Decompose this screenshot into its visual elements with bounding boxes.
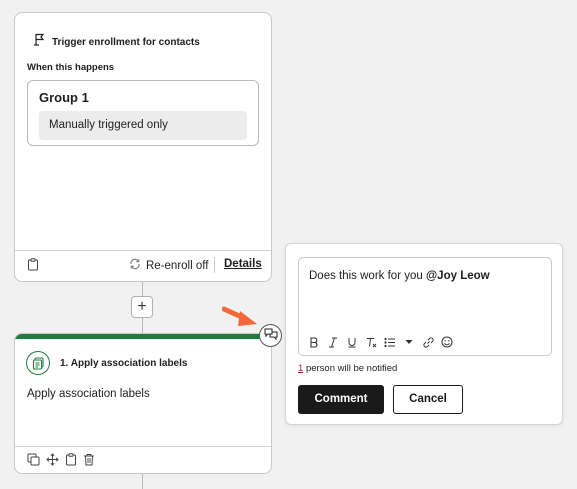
trash-icon[interactable] [83,453,95,471]
trigger-title: Trigger enrollment for contacts [52,36,200,48]
enrollment-group[interactable]: Group 1 Manually triggered only [27,80,259,146]
comment-text[interactable]: Does this work for you @Joy Leow [309,270,490,282]
copy-icon[interactable] [27,453,40,471]
emoji-icon[interactable] [440,335,454,349]
trigger-card[interactable]: Trigger enrollment for contacts When thi… [14,12,272,282]
footer-divider [214,257,215,273]
reenroll-label: Re-enroll off [146,259,209,272]
action-description: Apply association labels [27,388,150,400]
bold-icon[interactable] [307,335,321,349]
clipboard-icon[interactable] [65,453,77,471]
association-icon [26,351,50,375]
when-label: When this happens [27,62,115,73]
action-title: 1. Apply association labels [60,358,188,369]
connector-line-bottom [142,474,143,489]
comment-text-prefix: Does this work for you [309,270,423,282]
flag-icon [33,33,46,51]
clear-format-icon[interactable] [364,335,378,349]
underline-icon[interactable] [345,335,359,349]
details-link[interactable]: Details [224,258,262,270]
chevron-down-icon[interactable] [402,335,416,349]
connector-line-middle [142,318,143,333]
refresh-icon [129,258,141,273]
action-card[interactable]: 1. Apply association labels Apply associ… [14,333,272,474]
comment-badge[interactable] [259,324,282,347]
cancel-button[interactable]: Cancel [393,385,463,414]
reenroll-status[interactable]: Re-enroll off [129,258,208,273]
notify-count[interactable]: 1 [298,363,303,374]
add-step-button[interactable]: + [131,296,153,318]
action-footer [15,446,271,473]
trigger-header: Trigger enrollment for contacts [33,33,200,51]
format-toolbar [307,335,454,349]
comment-button[interactable]: Comment [298,385,384,414]
notify-message: 1 person will be notified [298,363,397,374]
trigger-footer: Re-enroll off Details [15,250,271,281]
group-title: Group 1 [39,90,89,105]
link-icon[interactable] [421,335,435,349]
move-icon[interactable] [46,453,59,471]
comment-editor[interactable]: Does this work for you @Joy Leow [298,257,552,356]
italic-icon[interactable] [326,335,340,349]
comment-popup: Does this work for you @Joy Leow 1 perso… [285,243,563,425]
connector-line-top [142,282,143,296]
comments-icon [264,327,278,345]
pointer-arrow-icon [222,306,257,326]
notify-text: person will be notified [305,363,398,374]
action-accent-bar [15,334,271,339]
mention-tag[interactable]: @Joy Leow [426,270,490,282]
clipboard-icon[interactable] [27,258,39,276]
group-condition: Manually triggered only [39,111,247,140]
list-icon[interactable] [383,335,397,349]
